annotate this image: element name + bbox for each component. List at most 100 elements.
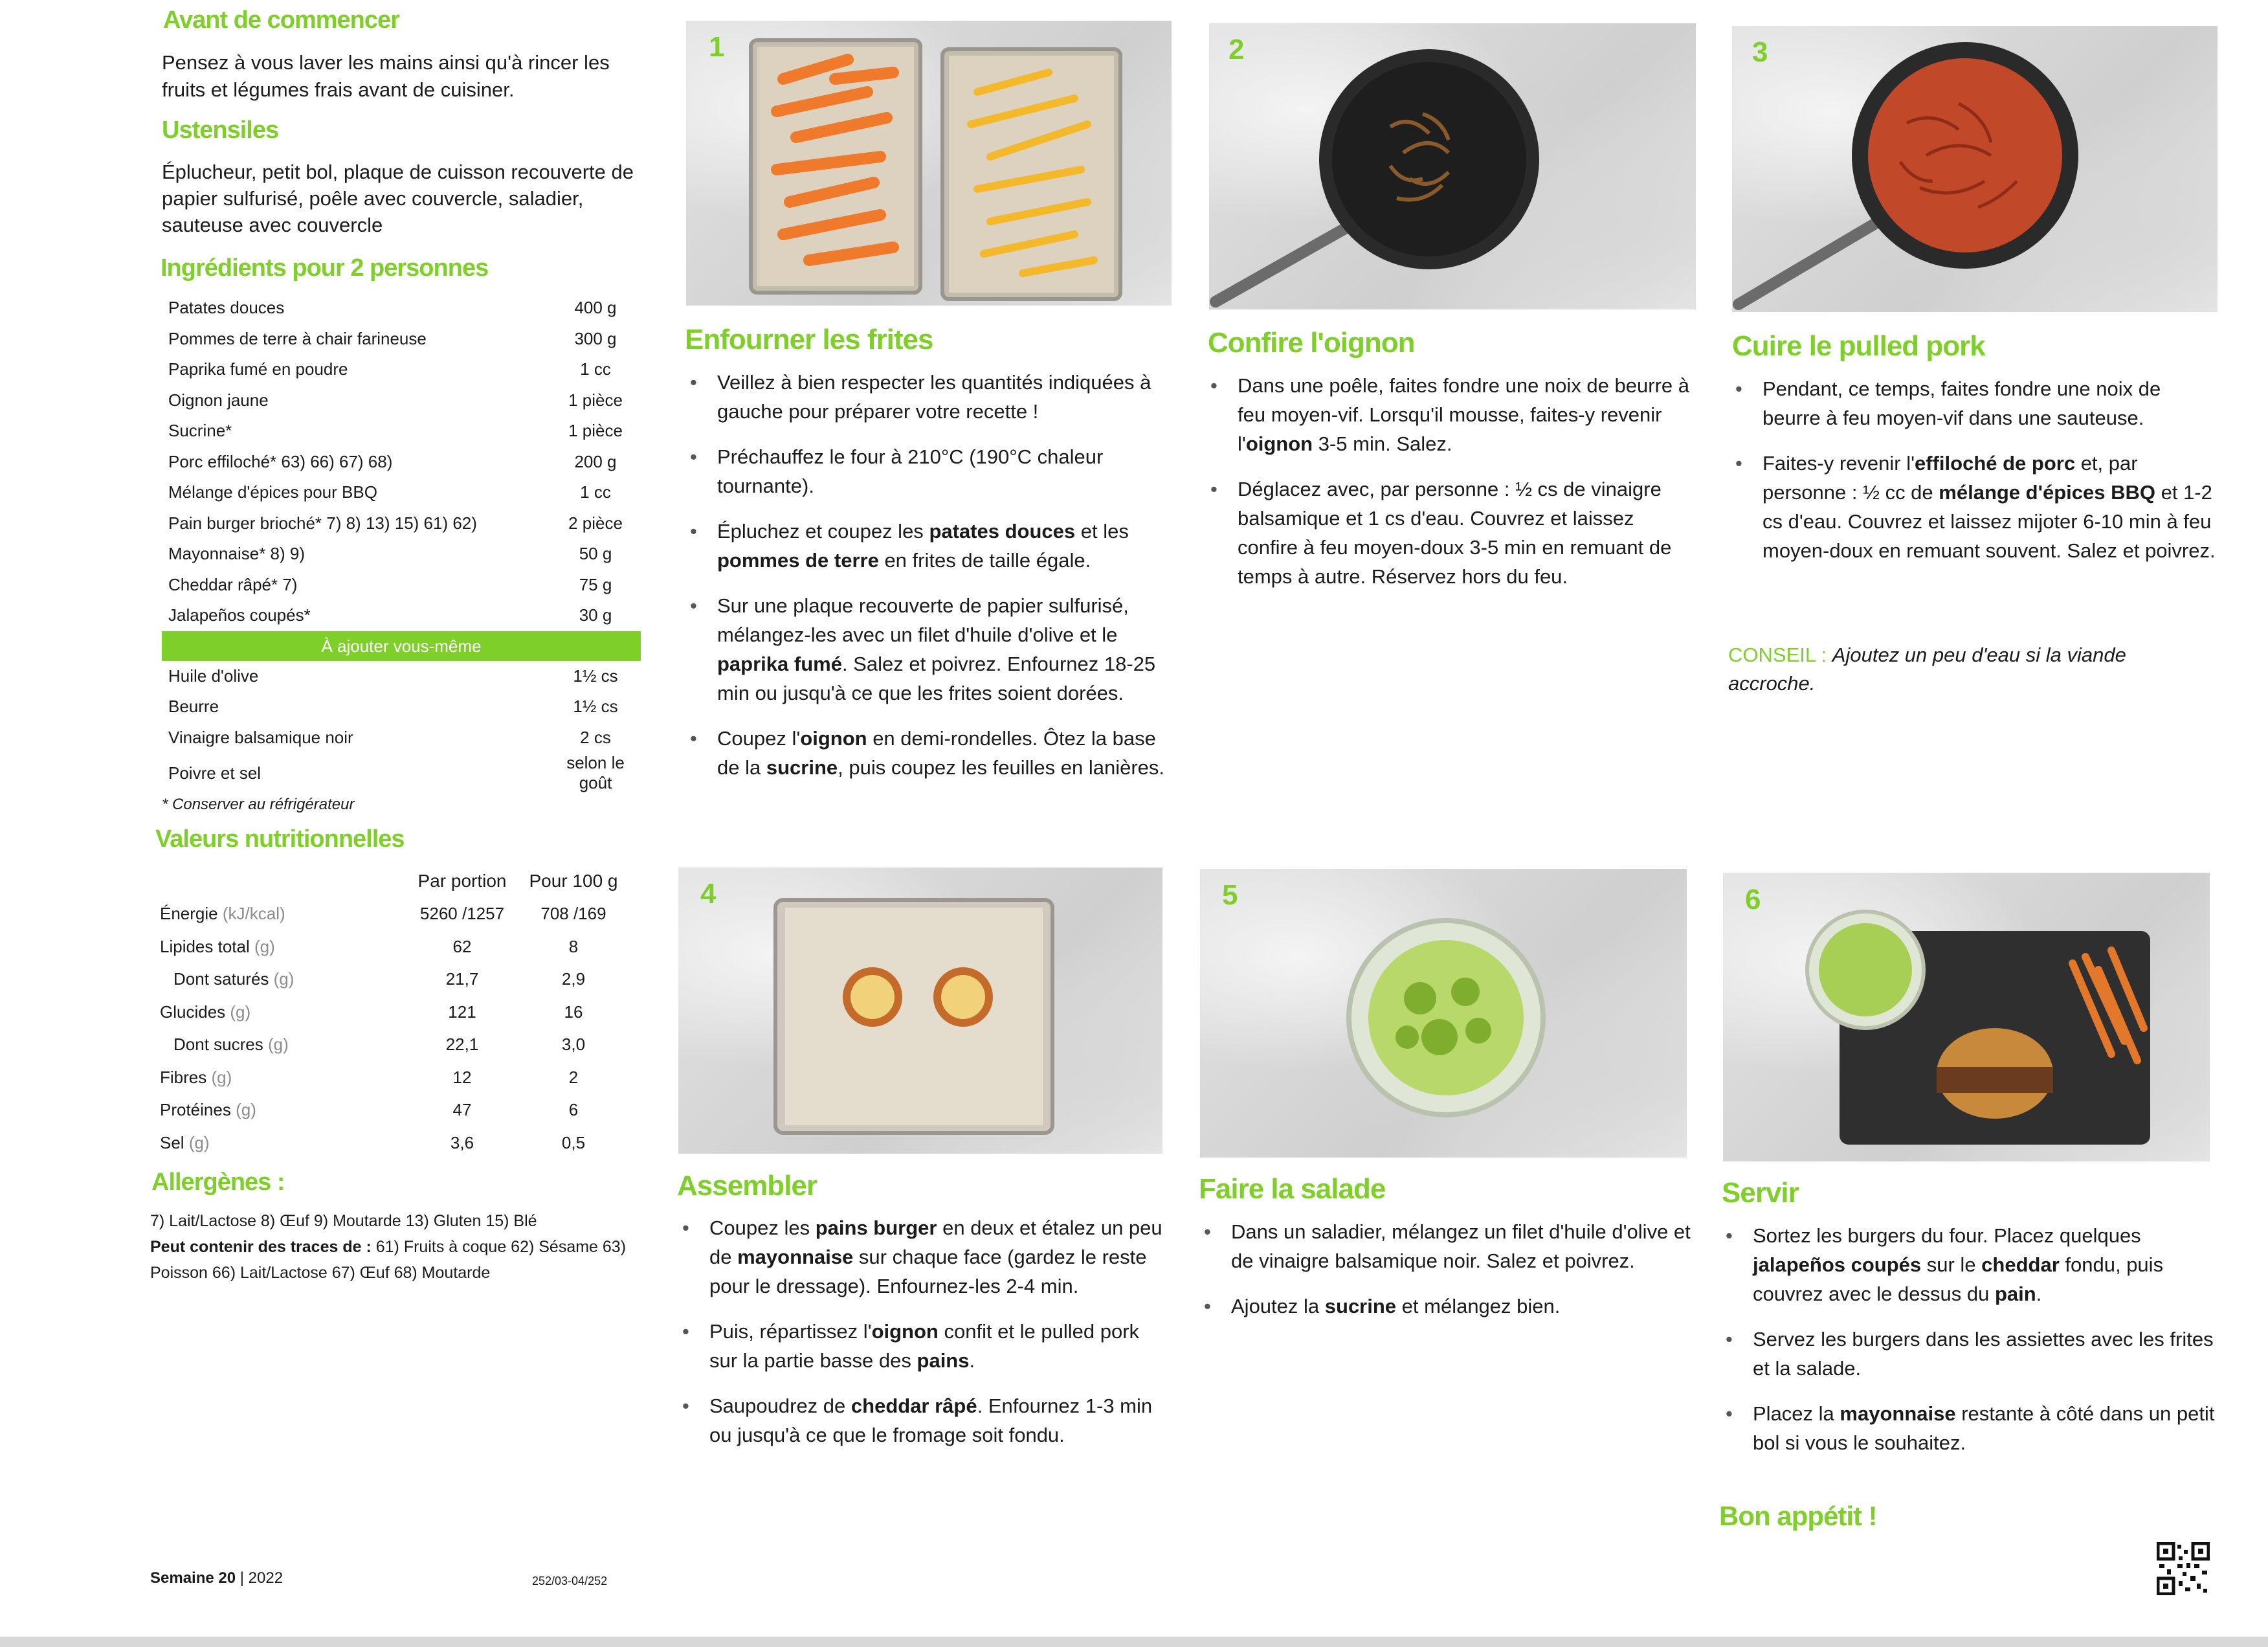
ingredient-row: Paprika fumé en poudre 1 cc (162, 354, 647, 385)
ingredient-quantity: 300 g (574, 328, 617, 348)
step-4-number: 4 (700, 878, 717, 910)
step-1-photo (686, 21, 1172, 306)
before-title: Avant de commencer (163, 6, 400, 34)
step-2-instructions: Dans une poêle, faites fondre une noix d… (1205, 371, 1697, 607)
page-bottom-edge (0, 1637, 2268, 1647)
nutrient-unit: (g) (211, 1067, 232, 1087)
nutrient-per-portion: 22,1 (445, 1035, 479, 1055)
nutrient-per-portion: 12 (452, 1067, 472, 1087)
ingredient-row: Beurre 1½ cs (162, 691, 647, 723)
week-label: Semaine 20 (150, 1569, 236, 1587)
ingredient-quantity: selon le goût (566, 753, 625, 792)
recipe-code: 252/03-04/252 (532, 1574, 608, 1587)
nutrition-header-row: Par portion Pour 100 g (159, 865, 623, 898)
nutrient-name: Énergie (160, 904, 218, 924)
ingredient-row: Mélange d'épices pour BBQ 1 cc (162, 477, 647, 508)
instruction-item: Dans une poêle, faites fondre une noix d… (1205, 371, 1697, 458)
ingredient-name: Poivre et sel (168, 763, 261, 783)
nutrient-name: Fibres (160, 1067, 207, 1087)
ingredient-quantity: 1 cc (580, 482, 611, 502)
step-5-instructions: Dans un saladier, mélangez un filet d'hu… (1199, 1217, 1691, 1337)
step-4-title: Assembler (677, 1170, 817, 1202)
instruction-item: Préchauffez le four à 210°C (190°C chale… (685, 442, 1177, 500)
fridge-note: * Conserver au réfrigérateur (162, 796, 355, 813)
nutrition-row: Glucides (g) 121 16 (159, 996, 623, 1029)
nutrient-per-portion: 3,6 (450, 1132, 474, 1152)
step-2-number: 2 (1228, 34, 1245, 65)
step-4-instructions: Coupez les pains burger en deux et étale… (677, 1213, 1169, 1466)
step-1-title: Enfourner les frites (685, 324, 933, 355)
step-6-number: 6 (1745, 884, 1761, 915)
nutrient-unit: (g) (236, 1100, 256, 1120)
ingredient-row: Sucrine* 1 pièce (162, 416, 647, 447)
ingredient-quantity: 1 pièce (568, 421, 623, 441)
step-4-photo (678, 868, 1162, 1154)
ingredient-name: Huile d'olive (168, 666, 259, 686)
instruction-item: Coupez l'oignon en demi-rondelles. Ôtez … (685, 724, 1177, 782)
nutrition-row: Sel (g) 3,6 0,5 (159, 1126, 623, 1160)
ingredient-name: Porc effiloché* 63) 66) 67) 68) (168, 451, 393, 471)
ingredient-row: Patates douces 400 g (162, 293, 647, 324)
fries-tray-illustration (749, 38, 1122, 301)
nutrient-per-100g: 6 (568, 1100, 579, 1120)
burger-buns-illustration (773, 898, 1054, 1135)
step-3-title: Cuire le pulled pork (1732, 330, 1986, 362)
ingredient-row: Mayonnaise* 8) 9) 50 g (162, 539, 647, 570)
step-1-number: 1 (709, 31, 725, 63)
allergens-text: 7) Lait/Lactose 8) Œuf 9) Moutarde 13) G… (150, 1208, 642, 1286)
ingredient-quantity: 400 g (574, 298, 617, 318)
ingredient-name: Vinaigre balsamique noir (168, 727, 353, 747)
nutrition-row: Lipides total (g) 62 8 (159, 930, 623, 963)
nutrient-per-portion: 62 (452, 936, 472, 956)
nutrient-per-portion: 47 (452, 1100, 472, 1120)
ingredient-row: Pommes de terre à chair farineuse 300 g (162, 324, 647, 355)
step-3-tip: CONSEIL : Ajoutez un peu d'eau si la via… (1728, 641, 2207, 698)
ingredient-quantity: 50 g (579, 544, 612, 564)
add-yourself-banner: À ajouter vous-même (162, 631, 641, 661)
salad-bowl-illustration (1346, 918, 1546, 1117)
ingredient-quantity: 2 pièce (568, 513, 623, 533)
traces-label: Peut contenir des traces de : (150, 1238, 372, 1256)
pulled-pork-pan-illustration (1733, 42, 2078, 310)
closing-text: Bon appétit ! (1719, 1501, 1878, 1531)
nutrition-row: Fibres (g) 12 2 (159, 1061, 623, 1094)
ingredient-name: Beurre (168, 697, 219, 717)
ingredient-row: Vinaigre balsamique noir 2 cs (162, 723, 647, 754)
before-text: Pensez à vous laver les mains ainsi qu'à… (162, 51, 610, 101)
ingredient-row: Pain burger brioché* 7) 8) 13) 15) 61) 6… (162, 508, 647, 539)
nutrient-name: Sel (160, 1132, 184, 1152)
step-5-photo (1200, 869, 1687, 1158)
nutrient-label: Protéines (g) (159, 1094, 400, 1127)
ingredient-row: Cheddar râpé* 7) 75 g (162, 570, 647, 601)
ingredient-name: Pommes de terre à chair farineuse (168, 328, 427, 348)
allergens-title: Allergènes : (151, 1169, 285, 1196)
ingredient-quantity: 1½ cs (573, 666, 618, 686)
nutrient-unit: (kJ/kcal) (222, 904, 285, 924)
step-1-instructions: Veillez à bien respecter les quantités i… (685, 368, 1177, 798)
instruction-item: Veillez à bien respecter les quantités i… (685, 368, 1177, 426)
instruction-item: Sortez les burgers du four. Placez quelq… (1720, 1221, 2219, 1308)
instruction-item: Épluchez et coupez les patates douces et… (685, 517, 1177, 575)
qr-code-icon (2157, 1542, 2210, 1595)
nutrient-per-100g: 2,9 (561, 969, 586, 989)
nutrition-row: Dont saturés (g) 21,7 2,9 (159, 963, 623, 996)
instruction-item: Ajoutez la sucrine et mélangez bien. (1199, 1292, 1691, 1321)
nutrition-row: Énergie (kJ/kcal) 5260 /1257 708 /169 (159, 898, 623, 931)
utensils-text: Éplucheur, petit bol, plaque de cuisson … (162, 161, 634, 236)
ingredient-name: Paprika fumé en poudre (168, 359, 348, 379)
instruction-item: Faites-y revenir l'effiloché de porc et,… (1730, 449, 2222, 565)
ingredient-quantity: 1½ cs (573, 697, 618, 717)
instruction-item: Puis, répartissez l'oignon confit et le … (677, 1317, 1169, 1375)
ingredient-name: Mélange d'épices pour BBQ (168, 482, 377, 502)
nutrient-unit: (g) (254, 936, 275, 956)
per-portion-header: Par portion (417, 871, 507, 891)
ingredient-name: Patates douces (168, 298, 285, 318)
step-2-title: Confire l'oignon (1208, 327, 1416, 359)
nutrient-label: Sel (g) (159, 1126, 400, 1160)
ingredient-name: Sucrine* (168, 421, 232, 441)
ingredients-title: Ingrédients pour 2 personnes (161, 254, 489, 282)
nutrient-per-portion: 121 (448, 1002, 476, 1022)
instruction-item: Servez les burgers dans les assiettes av… (1720, 1325, 2219, 1383)
nutrient-label: Dont sucres (g) (159, 1029, 400, 1062)
instruction-item: Placez la mayonnaise restante à côté dan… (1720, 1399, 2219, 1457)
